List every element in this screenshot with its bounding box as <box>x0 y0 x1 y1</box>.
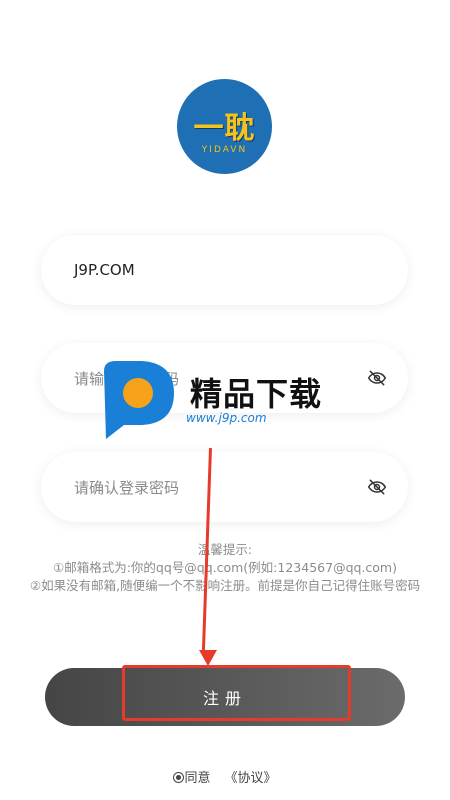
agreement-row: 同意 《协议》 <box>0 767 450 786</box>
annotation-arrow-head <box>199 650 217 666</box>
logo-text: 一耽 <box>193 110 256 146</box>
eye-off-icon[interactable] <box>366 367 388 389</box>
eye-off-icon[interactable] <box>366 476 388 498</box>
tips-line-2: ②如果没有邮箱,随便编一个不影响注册。前提是你自己记得住账号密码 <box>29 578 421 593</box>
email-field[interactable]: J9P.COM <box>41 235 408 305</box>
register-button[interactable]: 注册 <box>45 668 405 726</box>
tips-line-1: ①邮箱格式为:你的qq号@qq.com(例如:1234567@qq.com) <box>52 560 397 575</box>
tips-block: 温馨提示: ①邮箱格式为:你的qq号@qq.com(例如:1234567@qq.… <box>0 541 450 595</box>
watermark-title: 精品下载 <box>190 375 323 413</box>
agree-label[interactable]: 同意 <box>184 771 210 786</box>
logo-subtext: YIDAVN <box>201 144 248 155</box>
watermark-url: www.j9p.com <box>186 411 267 425</box>
email-value: J9P.COM <box>74 261 135 279</box>
tips-title: 温馨提示: <box>197 542 253 557</box>
confirm-password-field[interactable]: 请确认登录密码 <box>41 452 408 522</box>
agreement-link[interactable]: 《协议》 <box>225 771 277 786</box>
confirm-password-placeholder: 请确认登录密码 <box>74 478 180 497</box>
agree-radio-icon[interactable] <box>173 772 185 783</box>
app-logo: 一耽 YIDAVN <box>177 79 272 174</box>
